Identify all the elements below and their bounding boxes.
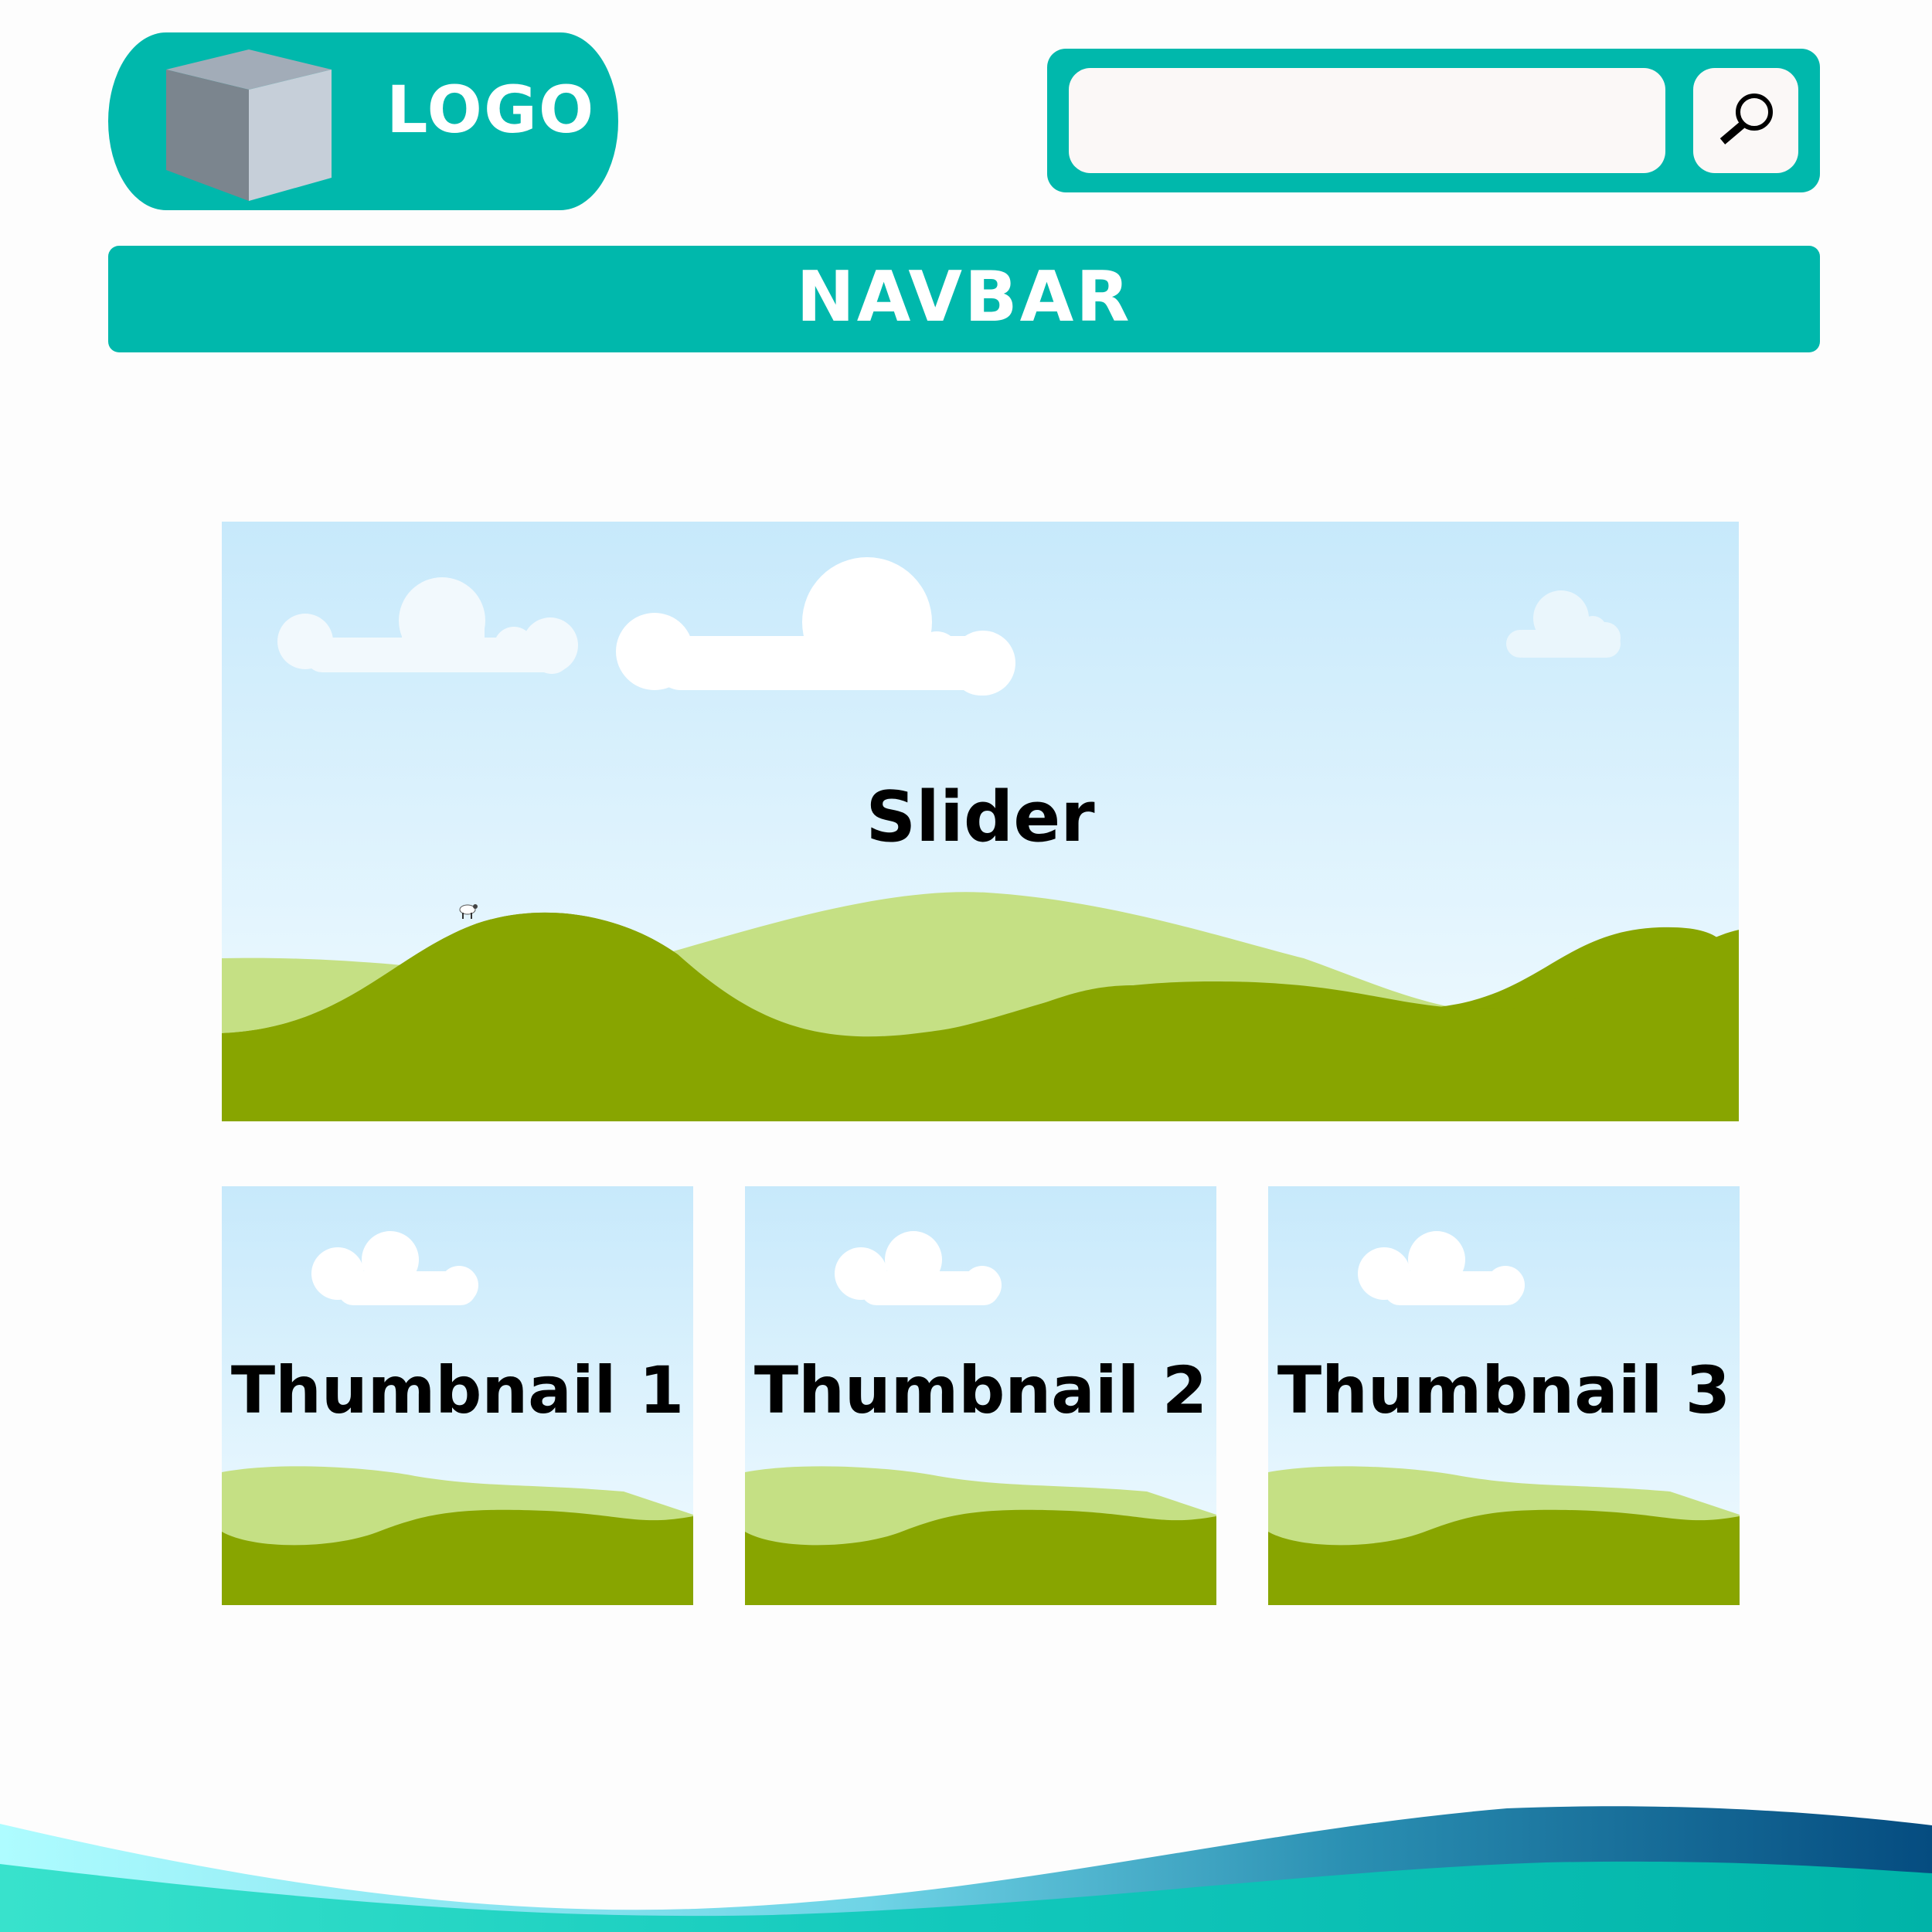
thumbnail-label: Thumbnail 2: [753, 1352, 1208, 1428]
footer-wave: [0, 1806, 1932, 1932]
navbar-label: NAVBAR: [796, 257, 1132, 338]
magnifier-icon: [1719, 94, 1773, 145]
thumbnail-label: Thumbnail 3: [1277, 1352, 1731, 1428]
search-input[interactable]: [1069, 68, 1665, 173]
page: LOGO NAVBAR Slider Thumbnail 1 Thumbnail…: [0, 0, 1932, 1932]
cube-icon: [166, 49, 332, 201]
search-button[interactable]: [1693, 68, 1798, 173]
slider[interactable]: Slider: [222, 522, 1739, 1121]
logo[interactable]: LOGO: [108, 32, 618, 210]
thumbnail-2[interactable]: Thumbnail 2: [745, 1186, 1216, 1605]
slider-label: Slider: [866, 777, 1095, 858]
search-bar: [1047, 49, 1820, 192]
logo-label: LOGO: [386, 72, 596, 148]
thumbnail-1[interactable]: Thumbnail 1: [222, 1186, 693, 1605]
navbar[interactable]: NAVBAR: [108, 246, 1820, 352]
thumbnail-label: Thumbnail 1: [230, 1352, 685, 1428]
thumbnail-3[interactable]: Thumbnail 3: [1268, 1186, 1740, 1605]
